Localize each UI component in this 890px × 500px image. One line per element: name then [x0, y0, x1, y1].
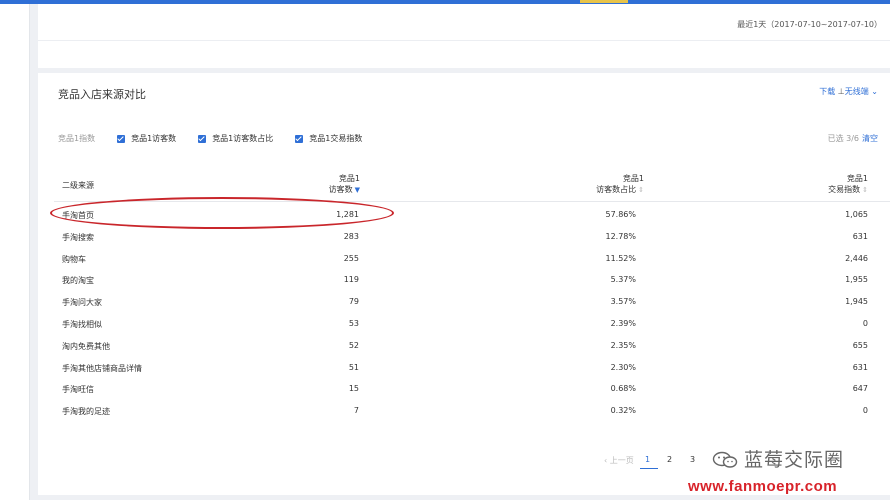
cell-visitors: 51 — [348, 362, 359, 372]
checkbox-label: 竞品1访客数占比 — [212, 134, 274, 143]
watermark-text: 蓝莓交际圈 — [744, 449, 845, 471]
left-sidebar — [0, 4, 30, 500]
cell-ratio: 2.35% — [610, 340, 636, 350]
table-row: 手淘问大家 79 3.57% 1,945 — [38, 291, 890, 313]
cell-trade: 1,945 — [845, 297, 868, 307]
cell-visitors: 119 — [343, 275, 359, 285]
table-row: 手淘找相似 53 2.39% 0 — [38, 313, 890, 335]
table-row: 手淘搜索 283 12.78% 631 — [38, 226, 890, 248]
download-controls: 下载 ⊥无线端 ⌄ — [819, 86, 878, 97]
sort-desc-icon[interactable]: ▼ — [355, 186, 360, 194]
cell-trade: 1,955 — [845, 275, 868, 285]
prev-page-button[interactable]: ‹ 上一页 — [604, 455, 634, 466]
cell-trade: 631 — [852, 231, 868, 241]
date-range-label[interactable]: 最近1天（2017-07-10~2017-07-10） — [737, 19, 882, 30]
checkbox-label: 竞品1交易指数 — [309, 134, 363, 143]
download-icon: ⊥ — [837, 87, 845, 96]
cell-visitors: 53 — [348, 318, 359, 328]
selected-count-text: 已选 3/6 — [827, 134, 859, 143]
checkbox-visitor-ratio[interactable]: 竞品1访客数占比 — [198, 133, 273, 144]
cell-visitors: 52 — [348, 340, 359, 350]
prev-page-label: 上一页 — [609, 456, 634, 465]
cell-source: 手淘问大家 — [62, 298, 102, 308]
cell-ratio: 57.86% — [605, 210, 636, 219]
cell-trade: 2,446 — [845, 253, 868, 263]
cell-source: 购物车 — [62, 254, 86, 264]
header-trade-index[interactable]: 竞品1 交易指数 ⇕ — [828, 173, 868, 196]
cell-source: 手淘其他店铺商品详情 — [62, 363, 142, 373]
cell-visitors: 283 — [343, 231, 359, 241]
active-top-tab-indicator — [580, 0, 628, 3]
cell-ratio: 2.39% — [610, 318, 636, 328]
clear-button[interactable]: 清空 — [862, 134, 878, 143]
cell-ratio: 0.32% — [610, 406, 636, 416]
cell-ratio: 11.52% — [605, 253, 636, 263]
cell-ratio: 2.30% — [610, 362, 636, 372]
page-1-button[interactable]: 1 — [645, 455, 650, 464]
download-link[interactable]: 下载 — [819, 87, 835, 96]
cell-trade: 0 — [862, 406, 868, 416]
cell-visitors: 79 — [348, 297, 359, 307]
checkbox-label: 竞品1访客数 — [131, 134, 177, 143]
cell-trade: 647 — [852, 384, 868, 394]
cell-visitors: 255 — [343, 253, 359, 263]
cell-trade: 1,065 — [845, 210, 868, 219]
source-comparison-card: 竞品入店来源对比 下载 ⊥无线端 ⌄ 竞品1指数 竞品1访客数 竞品1访客数占比… — [38, 73, 890, 495]
table-row: 手淘旺信 15 0.68% 647 — [38, 378, 890, 400]
highlight-ellipse — [50, 197, 394, 229]
terminal-select[interactable]: 无线端 — [845, 87, 869, 96]
checkbox-trade-index[interactable]: 竞品1交易指数 — [295, 133, 362, 144]
header-visitors[interactable]: 竞品1 访客数 ▼ — [329, 173, 360, 196]
date-card: 最近1天（2017-07-10~2017-07-10） — [38, 4, 890, 68]
table-row: 购物车 255 11.52% 2,446 — [38, 248, 890, 270]
cell-trade: 655 — [852, 340, 868, 350]
table-row: 手淘其他店铺商品详情 51 2.30% 631 — [38, 357, 890, 379]
cell-visitors: 7 — [353, 406, 359, 416]
cell-trade: 631 — [852, 362, 868, 372]
table-row: 淘内免费其他 52 2.35% 655 — [38, 335, 890, 357]
divider — [38, 40, 890, 41]
table-row: 手淘我的足迹 7 0.32% 0 — [38, 400, 890, 422]
page-3-button[interactable]: 3 — [690, 455, 695, 464]
checkbox-checked-icon[interactable] — [295, 134, 304, 143]
checkbox-checked-icon[interactable] — [117, 134, 126, 143]
cell-source: 手淘我的足迹 — [62, 407, 110, 417]
header-line: 竞品1 — [846, 174, 868, 183]
current-page-indicator — [640, 468, 658, 469]
cell-ratio: 12.78% — [605, 231, 636, 241]
cell-source: 手淘搜索 — [62, 232, 94, 242]
filter-group-label: 竞品1指数 — [58, 134, 96, 143]
cell-visitors: 15 — [348, 384, 359, 394]
watermark-site: www.fanmoepr.com — [688, 478, 838, 495]
cell-ratio: 3.57% — [610, 297, 636, 307]
header-line: 交易指数 — [828, 185, 861, 194]
cell-ratio: 0.68% — [610, 384, 636, 394]
sort-icon[interactable]: ⇕ — [638, 186, 644, 194]
section-title: 竞品入店来源对比 — [58, 88, 146, 101]
header-visitor-ratio[interactable]: 竞品1 访客数占比 ⇕ — [596, 173, 644, 196]
cell-ratio: 5.37% — [610, 275, 636, 285]
page-2-button[interactable]: 2 — [667, 455, 672, 464]
cell-source: 手淘找相似 — [62, 319, 102, 329]
sort-icon[interactable]: ⇕ — [862, 186, 868, 194]
cell-source: 我的淘宝 — [62, 276, 94, 286]
header-line: 竞品1 — [622, 174, 644, 183]
cell-source: 淘内免费其他 — [62, 341, 110, 351]
cell-source: 手淘旺信 — [62, 385, 94, 395]
selected-count: 已选 3/6 清空 — [828, 133, 878, 144]
header-source: 二级来源 — [62, 181, 94, 190]
table-body: 手淘首页 1,281 57.86% 1,065 手淘搜索 283 12.78% 631 购物… — [38, 204, 890, 422]
header-line: 访客数 — [328, 185, 353, 194]
header-line: 访客数占比 — [596, 185, 637, 194]
table-row: 我的淘宝 119 5.37% 1,955 — [38, 269, 890, 291]
metric-filters: 竞品1指数 竞品1访客数 竞品1访客数占比 竞品1交易指数 — [58, 133, 384, 144]
wechat-icon — [712, 451, 738, 468]
chevron-down-icon[interactable]: ⌄ — [869, 87, 878, 96]
header-line: 竞品1 — [338, 174, 360, 183]
cell-trade: 0 — [862, 318, 868, 328]
checkbox-visitors[interactable]: 竞品1访客数 — [117, 133, 176, 144]
checkbox-checked-icon[interactable] — [198, 134, 207, 143]
